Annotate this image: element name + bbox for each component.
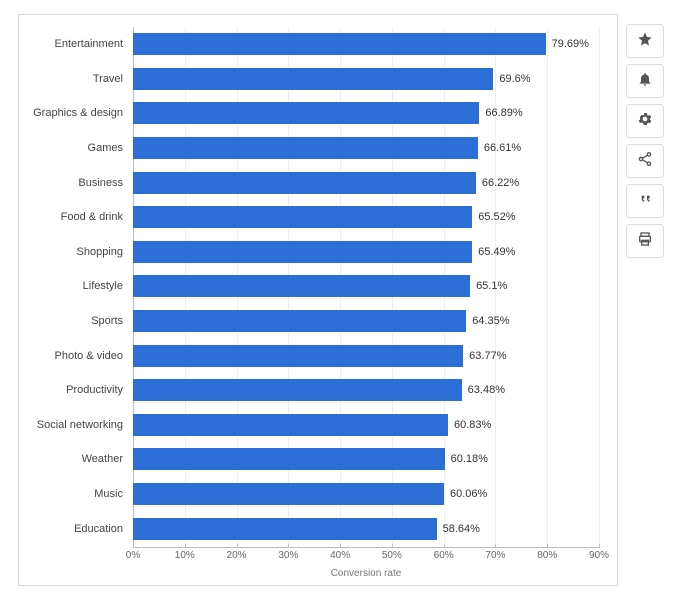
category-label: Photo & video [23,350,123,362]
bar-row: Productivity63.48% [133,373,599,408]
category-label: Music [23,488,123,500]
bar-value-label: 64.35% [472,315,509,327]
bar-row: Social networking60.83% [133,408,599,443]
bar[interactable]: 60.06% [133,483,444,505]
bell-icon [637,71,653,92]
bar-value-label: 79.69% [552,38,589,50]
category-label: Games [23,142,123,154]
print-button[interactable] [626,224,664,258]
action-rail [626,24,664,258]
category-label: Business [23,177,123,189]
settings-button[interactable] [626,104,664,138]
bar[interactable]: 58.64% [133,518,437,540]
bar-value-label: 63.77% [469,350,506,362]
bar-row: Business66.22% [133,165,599,200]
bar-row: Entertainment79.69% [133,27,599,62]
category-label: Food & drink [23,211,123,223]
bar-row: Food & drink65.52% [133,200,599,235]
category-label: Weather [23,453,123,465]
x-tick-label: 0% [126,550,140,561]
category-label: Productivity [23,384,123,396]
bar-row: Lifestyle65.1% [133,269,599,304]
bar[interactable]: 79.69% [133,33,546,55]
x-tick-label: 80% [537,550,557,561]
category-label: Social networking [23,419,123,431]
bar[interactable]: 60.18% [133,448,445,470]
plot-area: Entertainment79.69%Travel69.6%Graphics &… [133,27,599,547]
x-axis: Conversion rate 0%10%20%30%40%50%60%70%8… [133,547,599,579]
print-icon [637,231,653,252]
x-tick-label: 40% [330,550,350,561]
bar-row: Shopping65.49% [133,235,599,270]
bar-value-label: 69.6% [499,73,530,85]
bar[interactable]: 65.49% [133,241,472,263]
bar[interactable]: 65.1% [133,275,470,297]
x-tick-label: 60% [434,550,454,561]
star-icon [637,31,653,52]
bar-value-label: 60.83% [454,419,491,431]
category-label: Lifestyle [23,280,123,292]
bar[interactable]: 69.6% [133,68,493,90]
share-button[interactable] [626,144,664,178]
bar-row: Photo & video63.77% [133,338,599,373]
gridline [599,27,600,547]
bar-value-label: 66.61% [484,142,521,154]
favorite-button[interactable] [626,24,664,58]
category-label: Graphics & design [23,107,123,119]
bar-row: Music60.06% [133,477,599,512]
category-label: Entertainment [23,38,123,50]
x-tick-label: 70% [485,550,505,561]
category-label: Education [23,523,123,535]
bar[interactable]: 66.22% [133,172,476,194]
quote-icon [637,191,653,212]
x-tick-label: 50% [382,550,402,561]
x-tick-mark [599,544,600,548]
x-tick-label: 10% [175,550,195,561]
bar-value-label: 65.1% [476,280,507,292]
bar-row: Education58.64% [133,511,599,546]
category-label: Shopping [23,246,123,258]
bar-value-label: 60.18% [451,453,488,465]
bar[interactable]: 60.83% [133,414,448,436]
bar[interactable]: 63.77% [133,345,463,367]
bar[interactable]: 66.89% [133,102,479,124]
bar[interactable]: 64.35% [133,310,466,332]
gear-icon [637,111,653,132]
bar-value-label: 65.52% [478,211,515,223]
bar-value-label: 63.48% [468,384,505,396]
x-axis-label: Conversion rate [331,568,402,579]
bar-value-label: 58.64% [443,523,480,535]
bar-row: Games66.61% [133,131,599,166]
bar-row: Sports64.35% [133,304,599,339]
bar-value-label: 65.49% [478,246,515,258]
bar-value-label: 66.89% [485,107,522,119]
bar-value-label: 66.22% [482,177,519,189]
x-tick-label: 90% [589,550,609,561]
alert-button[interactable] [626,64,664,98]
bars-container: Entertainment79.69%Travel69.6%Graphics &… [133,27,599,546]
bar-row: Travel69.6% [133,62,599,97]
category-label: Travel [23,73,123,85]
chart-panel: Entertainment79.69%Travel69.6%Graphics &… [18,14,618,586]
x-tick-label: 30% [278,550,298,561]
bar[interactable]: 66.61% [133,137,478,159]
bar-row: Weather60.18% [133,442,599,477]
x-tick-label: 20% [227,550,247,561]
bar-row: Graphics & design66.89% [133,96,599,131]
category-label: Sports [23,315,123,327]
cite-button[interactable] [626,184,664,218]
bar-value-label: 60.06% [450,488,487,500]
share-icon [637,151,653,172]
bar[interactable]: 63.48% [133,379,462,401]
bar[interactable]: 65.52% [133,206,472,228]
